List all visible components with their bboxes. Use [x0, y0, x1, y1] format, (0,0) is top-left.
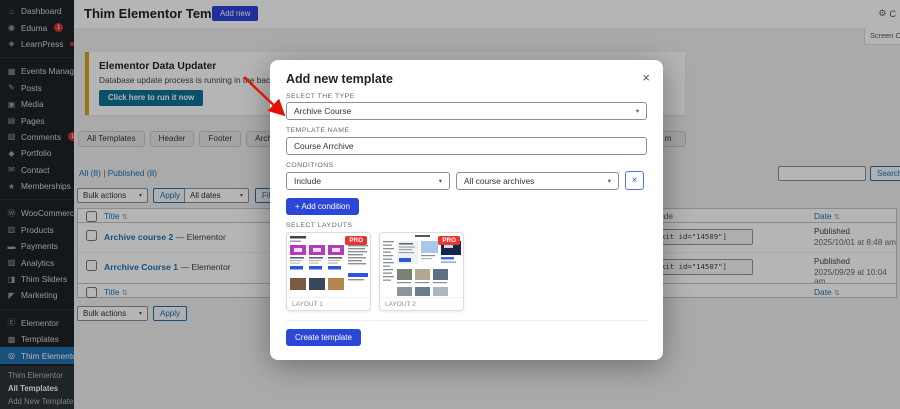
- layout-name: LAYOUT 1: [287, 297, 370, 310]
- condition-mode-select[interactable]: Include ▾: [286, 172, 450, 190]
- condition-scope-value: All course archives: [464, 176, 534, 186]
- close-icon[interactable]: ×: [642, 70, 650, 85]
- condition-row: Include ▾ All course archives ▾ ×: [286, 171, 647, 190]
- modal-title: Add new template: [286, 72, 647, 86]
- add-condition-button[interactable]: + Add condition: [286, 198, 359, 215]
- template-name-input[interactable]: [286, 137, 647, 155]
- condition-mode-value: Include: [294, 176, 321, 186]
- layout-name: LAYOUT 2: [380, 297, 463, 310]
- conditions-label: CONDITIONS: [286, 162, 647, 169]
- remove-condition-button[interactable]: ×: [625, 171, 644, 190]
- app-root: ⌂Dashboard ◉Eduma1 ◈LearnPress ▦Events M…: [0, 0, 900, 409]
- chevron-down-icon: ▾: [439, 177, 442, 185]
- pro-badge: PRO: [345, 236, 367, 245]
- chevron-down-icon: ▾: [636, 107, 639, 115]
- condition-scope-select[interactable]: All course archives ▾: [456, 172, 619, 190]
- chevron-down-icon: ▾: [608, 177, 611, 185]
- layout-cards: PRO LAYOUT 1: [286, 232, 647, 311]
- layout-1-card[interactable]: PRO LAYOUT 1: [286, 232, 371, 311]
- layout-2-card[interactable]: PRO LAYOUT 2: [379, 232, 464, 311]
- annotation-arrow: [237, 70, 295, 124]
- create-template-button[interactable]: Create template: [286, 329, 361, 346]
- select-type-label: SELECT THE TYPE: [286, 93, 647, 100]
- remove-icon: ×: [632, 175, 638, 186]
- add-new-template-modal: Add new template × SELECT THE TYPE Archi…: [270, 60, 663, 360]
- template-type-value: Archive Course: [294, 106, 351, 116]
- pro-badge: PRO: [438, 236, 460, 245]
- select-layouts-label: SELECT LAYOUTS: [286, 222, 647, 229]
- template-type-select[interactable]: Archive Course ▾: [286, 102, 647, 120]
- template-name-label: TEMPLATE NAME: [286, 127, 647, 134]
- modal-divider: [286, 320, 647, 321]
